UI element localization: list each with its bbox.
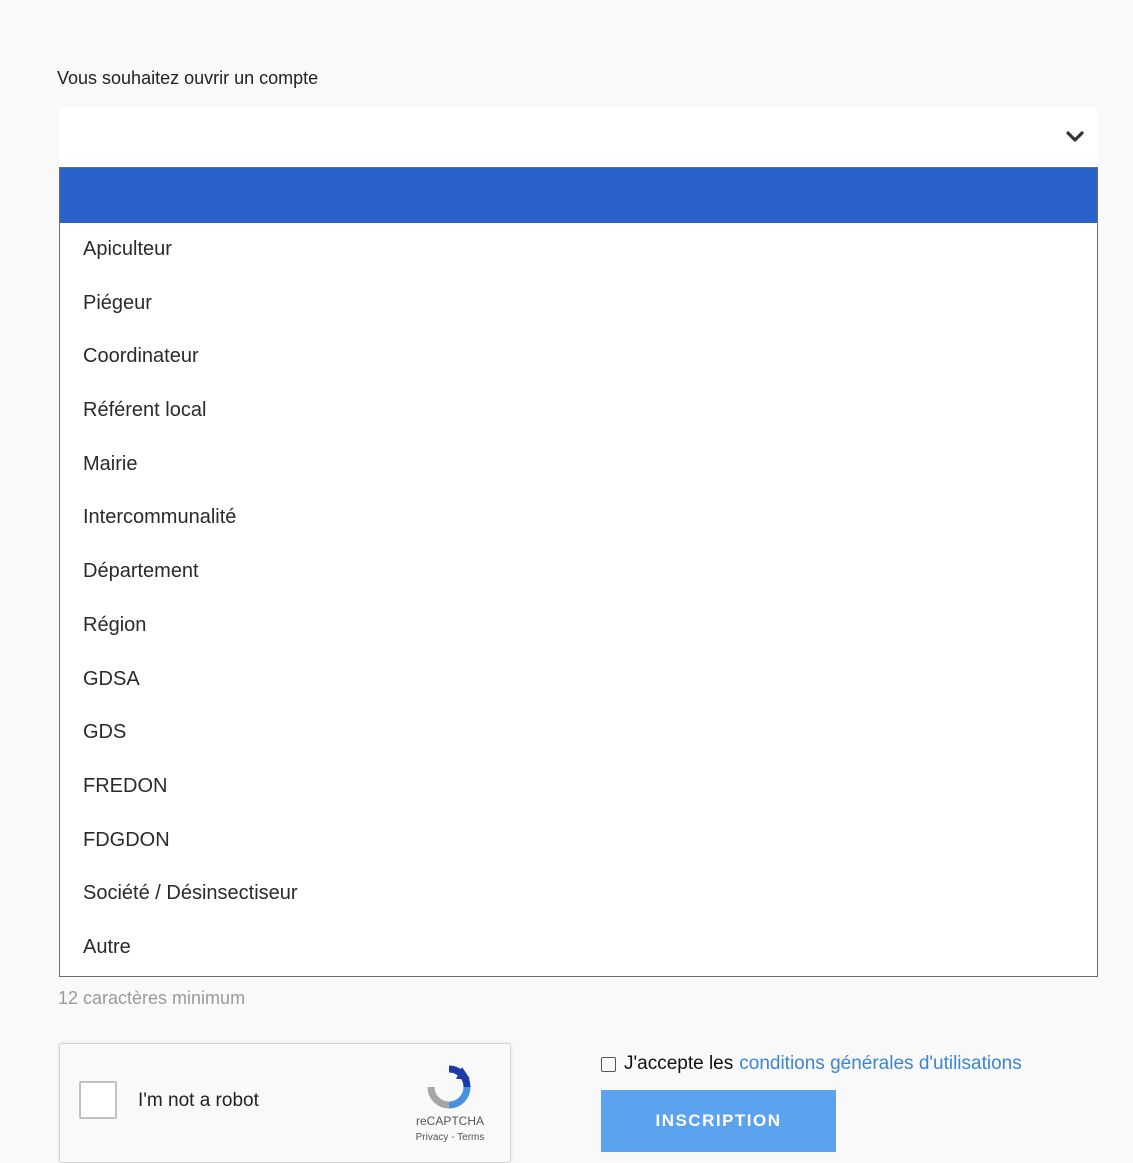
recaptcha-links[interactable]: Privacy - Terms	[395, 1132, 505, 1143]
recaptcha-widget: I'm not a robot reCAPTCHA Privacy - Term…	[59, 1043, 511, 1163]
recaptcha-checkbox[interactable]	[79, 1081, 117, 1119]
dropdown-option-departement[interactable]: Département	[60, 545, 1097, 599]
account-type-select[interactable]	[59, 107, 1097, 167]
dropdown-option-empty[interactable]	[60, 168, 1097, 223]
chevron-down-icon	[1066, 131, 1084, 142]
dropdown-option-societe-desinsectiseur[interactable]: Société / Désinsectiseur	[60, 867, 1097, 921]
account-type-dropdown-list: Apiculteur Piégeur Coordinateur Référent…	[59, 167, 1098, 977]
password-hint: 12 caractères minimum	[58, 988, 246, 1008]
recaptcha-logo-icon	[427, 1065, 471, 1109]
terms-row: J'accepte les conditions générales d'uti…	[601, 1053, 1022, 1075]
account-type-label: Vous souhaitez ouvrir un compte	[57, 68, 319, 88]
dropdown-option-piegeur[interactable]: Piégeur	[60, 277, 1097, 331]
dropdown-option-fredon[interactable]: FREDON	[60, 760, 1097, 814]
dropdown-option-gdsa[interactable]: GDSA	[60, 653, 1097, 707]
dropdown-option-region[interactable]: Région	[60, 599, 1097, 653]
inscription-button[interactable]: INSCRIPTION	[601, 1090, 836, 1152]
terms-link[interactable]: conditions générales d'utilisations	[739, 1053, 1021, 1075]
recaptcha-label: I'm not a robot	[138, 1090, 259, 1111]
dropdown-option-autre[interactable]: Autre	[60, 921, 1097, 975]
dropdown-option-fdgdon[interactable]: FDGDON	[60, 814, 1097, 868]
dropdown-option-gds[interactable]: GDS	[60, 706, 1097, 760]
terms-checkbox[interactable]	[601, 1056, 616, 1072]
dropdown-option-mairie[interactable]: Mairie	[60, 438, 1097, 492]
dropdown-option-intercommunalite[interactable]: Intercommunalité	[60, 491, 1097, 545]
recaptcha-brand: reCAPTCHA	[415, 1114, 484, 1128]
terms-prefix: J'accepte les	[624, 1053, 734, 1074]
dropdown-option-coordinateur[interactable]: Coordinateur	[60, 330, 1097, 384]
dropdown-option-apiculteur[interactable]: Apiculteur	[60, 223, 1097, 277]
dropdown-option-referent-local[interactable]: Référent local	[60, 384, 1097, 438]
